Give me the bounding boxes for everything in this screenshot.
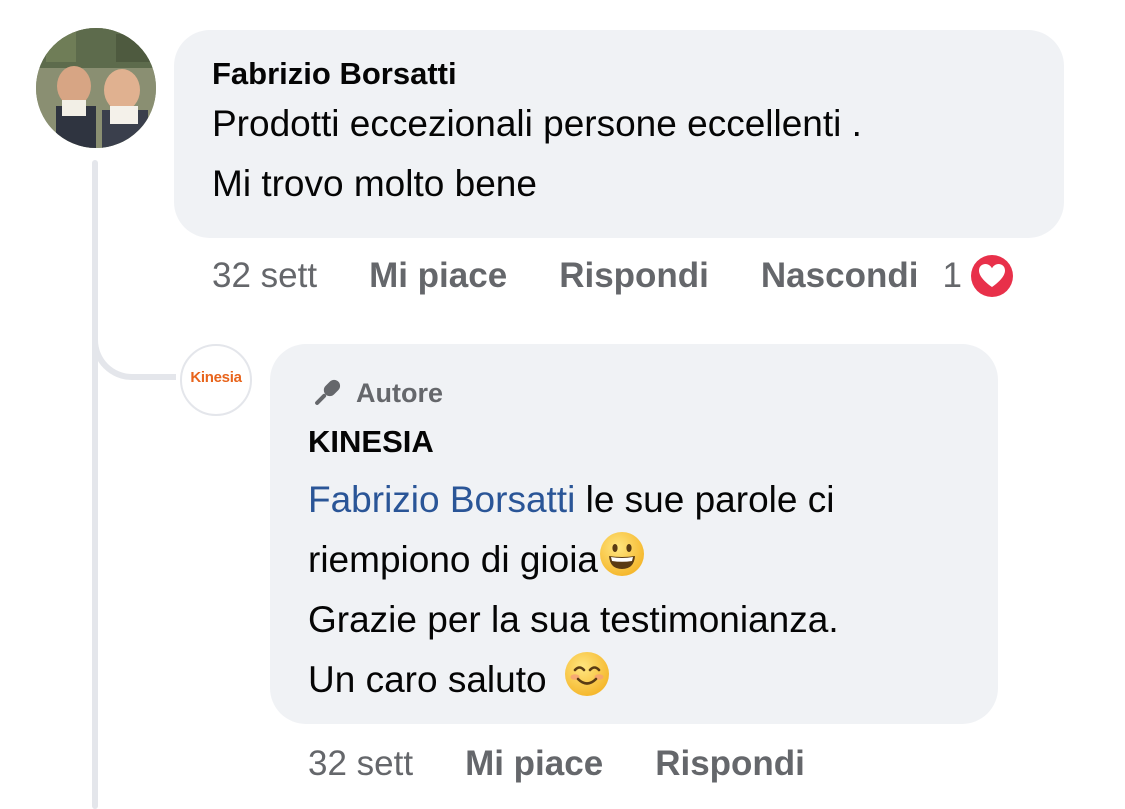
reaction-count[interactable]: 1	[942, 256, 961, 296]
like-button[interactable]: Mi piace	[369, 256, 507, 296]
heart-icon[interactable]	[968, 252, 1016, 300]
author-badge: Autore	[308, 374, 960, 412]
profile-photo-icon	[36, 28, 156, 148]
thread-line	[92, 160, 98, 809]
reply-text: Fabrizio Borsatti le sue parole ci riemp…	[308, 470, 960, 710]
grinning-face-emoji-icon	[600, 532, 645, 576]
microphone-icon	[315, 379, 341, 405]
comment-bubble: Fabrizio Borsatti Prodotti eccezionali p…	[174, 30, 1064, 238]
reply-connector	[92, 300, 176, 380]
reply-line: Fabrizio Borsatti le sue parole ci	[308, 470, 960, 530]
logo-text: Kinesia	[190, 369, 242, 386]
comment-line: Mi trovo molto bene	[212, 163, 537, 204]
reply-line: Un caro saluto	[308, 650, 960, 710]
reply-bubble: Autore KINESIA Fabrizio Borsatti le sue …	[270, 344, 998, 724]
reply-line-text: riempiono di gioia	[308, 539, 599, 580]
comment-timestamp[interactable]: 32 sett	[212, 256, 317, 296]
reply-actions: 32 sett Mi piace Rispondi	[308, 740, 805, 788]
mention-link[interactable]: Fabrizio Borsatti	[308, 479, 575, 520]
reply-button[interactable]: Rispondi	[559, 256, 709, 296]
kinesia-logo: Kinesia ​	[190, 369, 242, 390]
reply-line: riempiono di gioia	[308, 530, 960, 590]
reply-author[interactable]: KINESIA	[308, 422, 960, 462]
reply-line: Grazie per la sua testimonianza.	[308, 599, 839, 640]
avatar[interactable]: Kinesia ​	[180, 344, 252, 416]
comment-author[interactable]: Fabrizio Borsatti	[212, 54, 1026, 94]
reply-button[interactable]: Rispondi	[655, 744, 805, 784]
reply-timestamp[interactable]: 32 sett	[308, 744, 413, 784]
comment-line: Prodotti eccezionali persone eccellenti …	[212, 103, 862, 144]
avatar[interactable]	[36, 28, 156, 148]
reply-line-text: le sue parole ci	[575, 479, 835, 520]
hide-button[interactable]: Nascondi	[761, 256, 919, 296]
comment-text: Prodotti eccezionali persone eccellenti …	[212, 94, 1026, 214]
smiling-face-emoji-icon	[564, 652, 609, 696]
like-button[interactable]: Mi piace	[465, 744, 603, 784]
comment-actions: 32 sett Mi piace Rispondi Nascondi 1	[212, 252, 1016, 300]
reply-line-text: Un caro saluto	[308, 659, 557, 700]
author-badge-label: Autore	[356, 378, 443, 408]
